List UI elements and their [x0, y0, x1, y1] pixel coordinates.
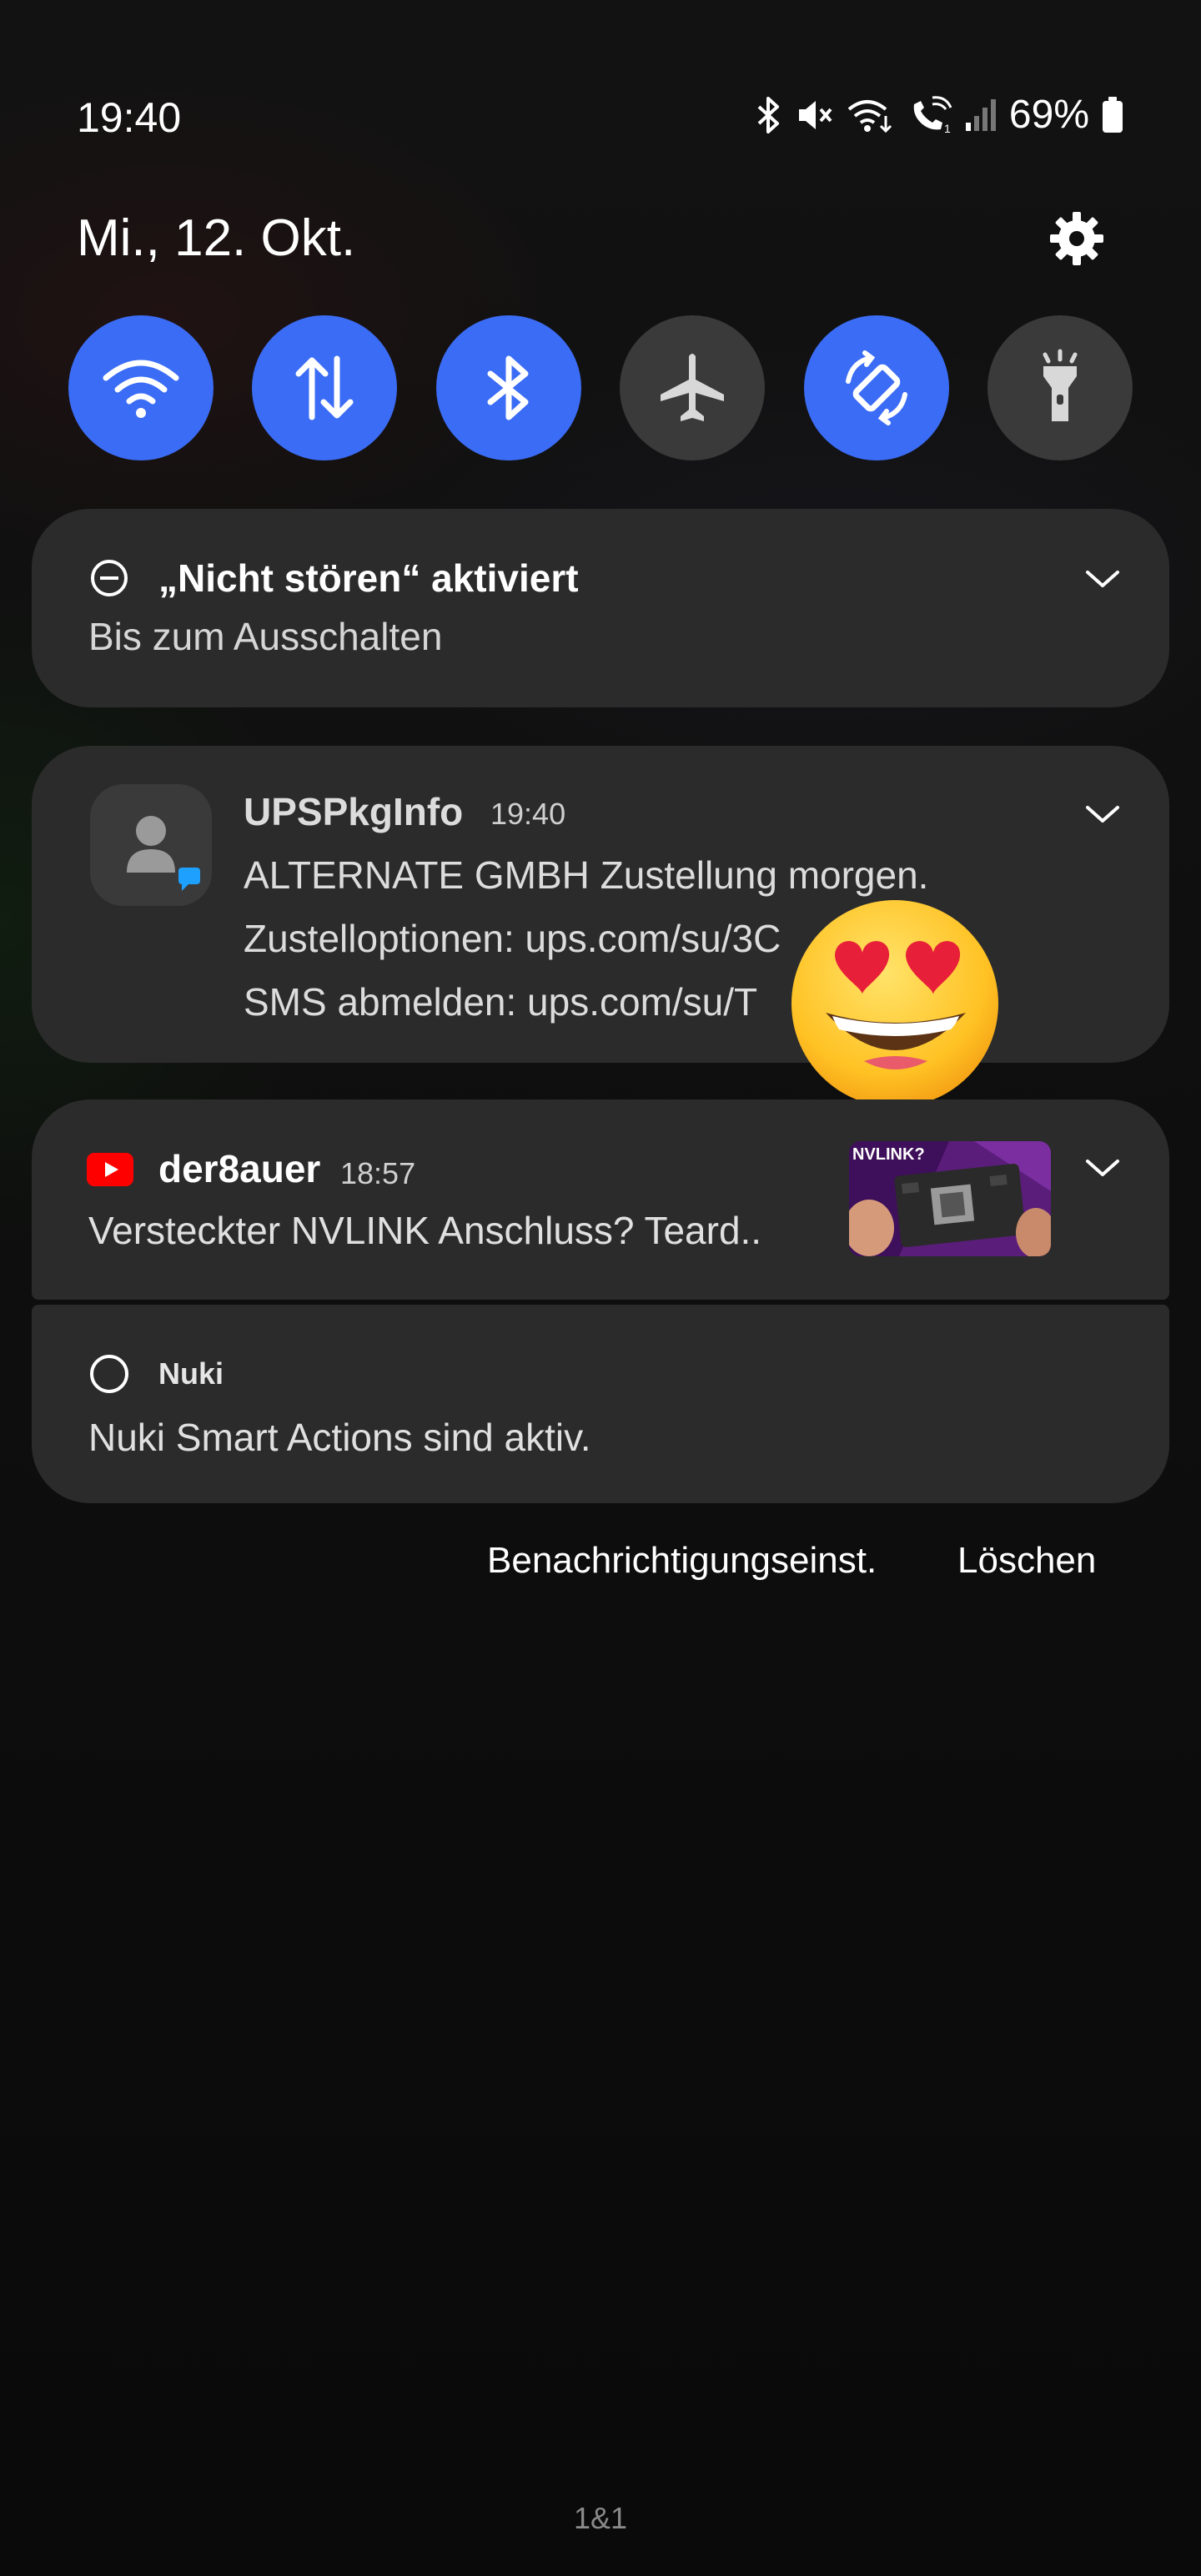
notification-settings-button[interactable]: Benachrichtigungseinst. — [487, 1540, 877, 1582]
chevron-down-icon[interactable] — [1084, 1156, 1121, 1180]
wifi-icon — [103, 360, 179, 418]
auto-rotate-icon — [845, 350, 907, 425]
nuki-notification[interactable] — [32, 1305, 1169, 1503]
contact-avatar — [90, 784, 212, 906]
mobile-data-icon — [295, 355, 354, 420]
signal-icon — [965, 98, 996, 131]
ups-message-line-1: ALTERNATE GMBH Zustellung morgen. — [244, 853, 929, 897]
youtube-time: 18:57 — [340, 1156, 416, 1190]
chevron-down-icon[interactable] — [1084, 802, 1121, 826]
wifi-toggle[interactable] — [68, 315, 214, 460]
flashlight-toggle[interactable] — [987, 315, 1133, 460]
battery-icon — [1103, 96, 1123, 133]
bluetooth-icon — [757, 96, 779, 133]
thumbnail-text: NVLINK? — [852, 1145, 925, 1164]
date-label: Mi., 12. Okt. — [77, 209, 356, 267]
ups-message-line-2: Zustelloptionen: ups.com/su/3C — [244, 917, 781, 960]
ups-message-line-3: SMS abmelden: ups.com/su/T — [244, 980, 758, 1024]
dnd-notification[interactable] — [32, 509, 1169, 707]
flashlight-icon — [1043, 349, 1078, 421]
youtube-video-title: Versteckter NVLINK Anschluss? Teard.. — [88, 1209, 762, 1252]
youtube-logo-icon — [87, 1153, 133, 1186]
battery-percent: 69% — [1008, 93, 1089, 137]
status-icons: 1 69% — [754, 92, 1124, 138]
airplane-toggle[interactable] — [620, 315, 766, 460]
youtube-channel-name: der8auer — [158, 1147, 321, 1190]
carrier-label: 1&1 — [573, 2501, 628, 2535]
auto-rotate-toggle[interactable] — [803, 315, 949, 460]
svg-text:1: 1 — [944, 122, 951, 134]
ups-app-name: UPSPkgInfo — [244, 790, 464, 833]
nuki-message: Nuki Smart Actions sind aktiv. — [88, 1416, 591, 1459]
volte-call-icon: 1 — [913, 95, 952, 134]
person-icon — [127, 816, 200, 891]
heart-eyes-emoji-icon — [791, 900, 998, 1107]
dnd-title: „Nicht stören“ aktiviert — [158, 556, 579, 600]
settings-gear-icon[interactable] — [1047, 209, 1107, 269]
mute-icon — [798, 100, 832, 129]
airplane-icon — [661, 354, 725, 421]
nuki-circle-icon — [90, 1355, 128, 1393]
mobile-data-toggle[interactable] — [252, 315, 398, 460]
bluetooth-icon — [487, 355, 529, 420]
do-not-disturb-icon — [91, 560, 128, 596]
nuki-app-name: Nuki — [158, 1356, 224, 1391]
clear-all-button[interactable]: Löschen — [957, 1540, 1096, 1582]
status-time: 19:40 — [77, 94, 182, 141]
bluetooth-toggle[interactable] — [435, 315, 581, 460]
quick-toggles — [68, 315, 1133, 460]
wifi-calling-icon — [847, 99, 892, 133]
chevron-down-icon[interactable] — [1084, 567, 1121, 591]
ups-time: 19:40 — [490, 797, 566, 831]
video-thumbnail[interactable]: NVLINK? — [849, 1141, 1051, 1256]
dnd-subtitle: Bis zum Ausschalten — [88, 615, 443, 658]
